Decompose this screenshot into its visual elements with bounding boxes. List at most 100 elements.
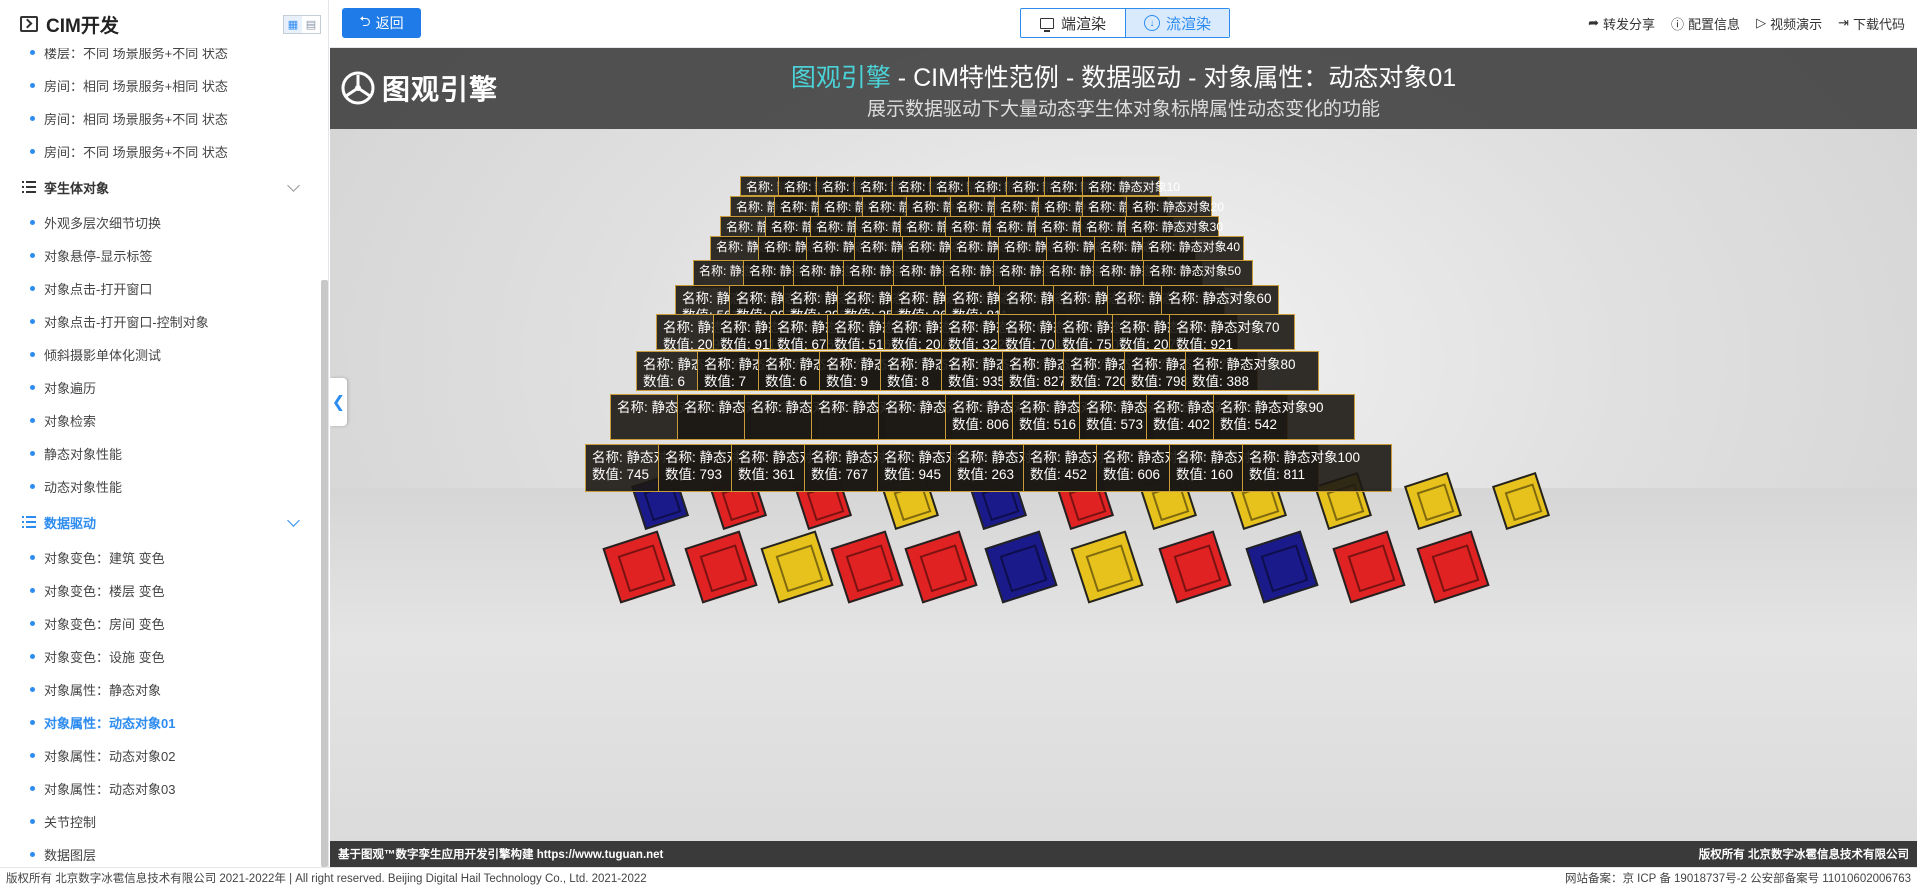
scene-viewport[interactable]: 名称: 静态对象1名称: 静态对象2名称: 静态对象3名称: 静态对象4名称: … xyxy=(330,48,1917,867)
view-toggle[interactable]: ▦ ▤ xyxy=(283,15,321,34)
chevron-down-icon xyxy=(287,514,300,527)
bullet-icon xyxy=(30,385,35,390)
twin-cube[interactable] xyxy=(1416,530,1490,604)
sidebar-group[interactable]: 数据驱动 xyxy=(0,503,318,541)
bullet-icon xyxy=(30,220,35,225)
client-render-tab[interactable]: 端渲染 xyxy=(1021,9,1125,37)
bullet-icon xyxy=(30,753,35,758)
sidebar-item[interactable]: 对象变色：设施 变色 xyxy=(0,640,318,673)
twin-cube[interactable] xyxy=(602,530,676,604)
bullet-icon xyxy=(30,720,35,725)
back-button-label: 返回 xyxy=(375,15,404,31)
bullet-icon xyxy=(30,819,35,824)
object-label-60[interactable]: 名称: 静态对象60 xyxy=(1161,285,1279,315)
sidebar-item[interactable]: 对象属性：动态对象02 xyxy=(0,739,318,772)
toolbar-link[interactable]: ➦ 转发分享 xyxy=(1588,14,1655,33)
sidebar-item[interactable]: 对象变色：楼层 变色 xyxy=(0,574,318,607)
twin-cube[interactable] xyxy=(1332,530,1406,604)
sidebar-item[interactable]: 静态对象性能 xyxy=(0,437,318,470)
object-label-70[interactable]: 名称: 静态对象70 数值: 921 xyxy=(1169,314,1295,352)
sidebar-item-label: 对象遍历 xyxy=(44,381,97,396)
twin-cube[interactable] xyxy=(1245,530,1319,604)
object-label-100[interactable]: 名称: 静态对象100 数值: 811 xyxy=(1242,444,1392,492)
sidebar-item[interactable]: 关节控制 xyxy=(0,805,318,838)
sidebar-item[interactable]: 对象变色：房间 变色 xyxy=(0,607,318,640)
sidebar-item[interactable]: 房间：不同 场景服务+不同 状态 xyxy=(0,135,318,168)
object-label-20[interactable]: 名称: 静态对象20 xyxy=(1126,196,1225,218)
sidebar-item[interactable]: 倾斜摄影单体化测试 xyxy=(0,338,318,371)
bullet-icon xyxy=(30,253,35,258)
grid-view-icon[interactable]: ▦ xyxy=(284,16,302,33)
bullet-icon xyxy=(30,418,35,423)
label-name-row: 名称: 静态对象100 xyxy=(1249,450,1361,465)
download-icon: ⇥ xyxy=(1838,15,1849,30)
sidebar-item-label: 对象属性：动态对象03 xyxy=(44,782,176,797)
sidebar-item[interactable]: 对象遍历 xyxy=(0,371,318,404)
viewport-footer-right: 版权所有 北京数字冰雹信息技术有限公司 xyxy=(1698,849,1909,861)
twin-cube[interactable] xyxy=(684,530,758,604)
label-name-row: 名称: 静态对象20 xyxy=(1132,200,1225,214)
sidebar-item[interactable]: 对象点击-打开窗口-控制对象 xyxy=(0,305,318,338)
sidebar-item[interactable]: 对象属性：静态对象 xyxy=(0,673,318,706)
twin-cube[interactable] xyxy=(1404,472,1462,530)
label-name-row: 名称: 静态对象30 xyxy=(1131,220,1224,234)
sidebar-item[interactable]: 动态对象性能 xyxy=(0,470,318,503)
twin-cube[interactable] xyxy=(760,530,834,604)
sidebar-scrollbar[interactable] xyxy=(321,280,328,867)
sidebar-group-label: 数据驱动 xyxy=(44,515,97,531)
object-label-10[interactable]: 名称: 静态对象10 xyxy=(1082,176,1180,196)
sidebar-item[interactable]: 对象变色：建筑 变色 xyxy=(0,541,318,574)
label-name-row: 名称: 静态对象90 xyxy=(1220,400,1324,415)
sidebar-item[interactable]: 对象检索 xyxy=(0,404,318,437)
sidebar-item[interactable]: 对象悬停-显示标签 xyxy=(0,239,318,272)
stream-render-tab[interactable]: ↓ 流渲染 xyxy=(1125,9,1229,37)
sidebar-header: CIM开发 ▦ ▤ xyxy=(0,0,328,48)
bullet-icon xyxy=(30,786,35,791)
list-view-icon[interactable]: ▤ xyxy=(302,16,320,33)
bullet-icon xyxy=(30,588,35,593)
twin-cube[interactable] xyxy=(1070,530,1144,604)
object-label-40[interactable]: 名称: 静态对象40 xyxy=(1142,236,1244,262)
toolbar-link[interactable]: ▷ 视频演示 xyxy=(1756,14,1822,33)
sidebar-item-label: 房间：相同 场景服务+相同 状态 xyxy=(44,79,228,94)
object-label-90[interactable]: 名称: 静态对象90 数值: 542 xyxy=(1213,394,1355,440)
sidebar-item[interactable]: 数据图层 xyxy=(0,838,318,867)
twin-cube[interactable] xyxy=(1158,530,1232,604)
bullet-icon xyxy=(30,852,35,857)
sidebar-item[interactable]: 对象属性：动态对象03 xyxy=(0,772,318,805)
collapse-sidebar-button[interactable]: ❮ xyxy=(330,378,347,426)
scene-title: 图观引擎 - CIM特性范例 - 数据驱动 - 对象属性：动态对象01 xyxy=(330,58,1917,94)
object-label-50[interactable]: 名称: 静态对象50 xyxy=(1143,260,1253,288)
bullet-icon xyxy=(30,286,35,291)
back-arrow-icon: ⮌ xyxy=(359,13,371,29)
sidebar-item[interactable]: 房间：相同 场景服务+不同 状态 xyxy=(0,102,318,135)
page-footer: 版权所有 北京数字冰雹信息技术有限公司 2021-2022年 | All rig… xyxy=(0,867,1917,888)
label-value-row: 数值: 811 xyxy=(1249,467,1306,482)
sidebar-item[interactable]: 对象属性：动态对象01 xyxy=(0,706,318,739)
object-label-80[interactable]: 名称: 静态对象80 数值: 388 xyxy=(1185,351,1319,391)
sidebar-group[interactable]: 孪生体对象 xyxy=(0,168,318,206)
sidebar-item-label: 楼层：不同 场景服务+不同 状态 xyxy=(44,48,228,61)
twin-cube[interactable] xyxy=(1492,472,1550,530)
twin-cube[interactable] xyxy=(830,530,904,604)
list-icon xyxy=(22,181,36,193)
twin-cube[interactable] xyxy=(904,530,978,604)
bullet-icon xyxy=(30,451,35,456)
bullet-icon xyxy=(30,352,35,357)
sidebar-item-label: 对象变色：楼层 变色 xyxy=(44,584,165,599)
sidebar-item[interactable]: 外观多层次细节切换 xyxy=(0,206,318,239)
toolbar-link-label: 转发分享 xyxy=(1603,16,1656,32)
bullet-icon xyxy=(30,687,35,692)
sidebar-item-label: 外观多层次细节切换 xyxy=(44,216,162,231)
back-button[interactable]: ⮌ 返回 xyxy=(342,8,421,38)
bullet-icon xyxy=(30,50,35,55)
toolbar-link[interactable]: ⇥ 下载代码 xyxy=(1838,14,1905,33)
sidebar-item[interactable]: 楼层：不同 场景服务+不同 状态 xyxy=(0,48,318,69)
bullet-icon xyxy=(30,149,35,154)
sidebar-item[interactable]: 对象点击-打开窗口 xyxy=(0,272,318,305)
sidebar-item[interactable]: 房间：相同 场景服务+相同 状态 xyxy=(0,69,318,102)
viewport-footer: 基于图观™数字孪生应用开发引擎构建 https://www.tuguan.net… xyxy=(330,841,1917,867)
label-name-row: 名称: 静态对象60 xyxy=(1168,291,1272,306)
twin-cube[interactable] xyxy=(984,530,1058,604)
toolbar-link[interactable]: ⓘ 配置信息 xyxy=(1671,14,1740,33)
